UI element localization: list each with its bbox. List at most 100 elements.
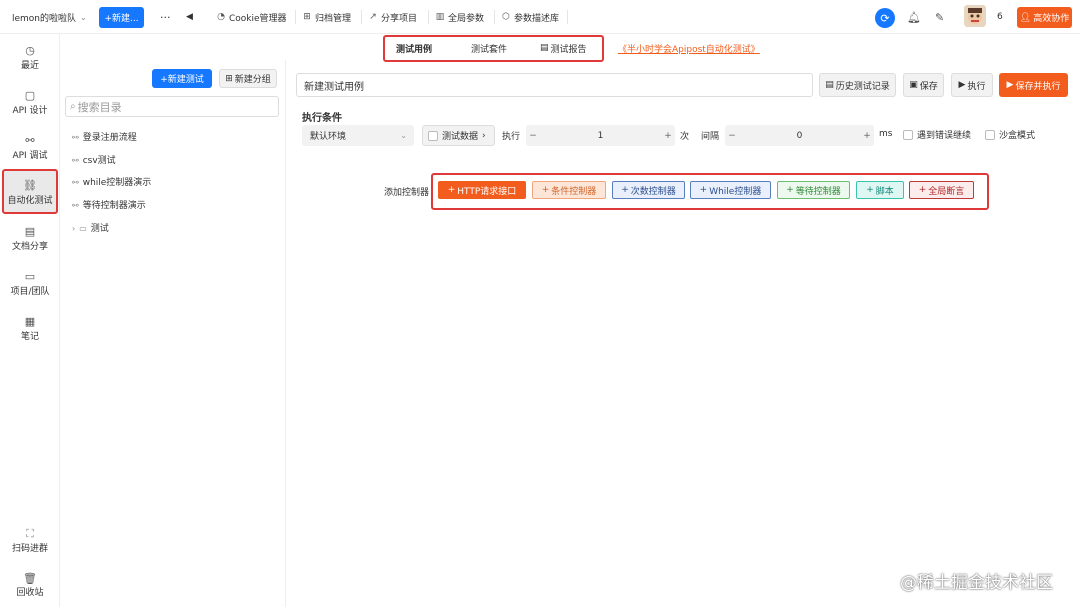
flow-icon: ⚯ [72,201,79,210]
execute-label: 执行 [967,81,986,92]
new-group-button[interactable]: ⊞ 新建分组 [219,69,277,88]
team-name: lemon的啦啦队 [12,13,77,24]
checkbox[interactable] [985,129,995,140]
add-script-button[interactable]: + 脚本 [856,181,904,199]
folder-icon: ▭ [79,224,87,233]
nav-label: 最近 [20,61,39,71]
folder-item[interactable]: › ▭ 测试 [72,221,109,234]
highlight-frame-tabs [383,35,604,62]
controller-label: 脚本 [875,186,894,197]
history-button[interactable]: ▤ 历史测试记录 [819,73,896,97]
save-icon: ▣ [909,80,918,90]
menu-global-params[interactable]: ▥ 全局参数 [435,0,484,34]
save-label: 保存 [919,81,938,92]
team-switcher[interactable]: lemon的啦啦队 ⌄ [12,0,87,34]
add-loop-controller-button[interactable]: + 次数控制器 [612,181,685,199]
nav-notes[interactable]: ▦ 笔记 [0,315,60,342]
menu-label: Cookie管理器 [229,13,287,24]
cookie-icon: ◔ [217,12,225,22]
list-item[interactable]: ⚯ 登录注册流程 [72,130,137,143]
bell-icon[interactable]: 🔔︎ [907,0,921,34]
archive-icon: ⊞ [303,12,311,22]
nav-recent[interactable]: ◷ 最近 [0,44,60,71]
menu-share-project[interactable]: ↗ 分享项目 [368,0,417,34]
chevron-right-icon: › [482,130,486,141]
add-global-assertion-button[interactable]: + 全局断言 [909,181,974,199]
plus-button[interactable]: + [661,131,675,141]
continue-on-error-toggle[interactable]: 遇到错误继续 [903,128,971,141]
minus-button[interactable]: − [526,131,540,141]
conditions-title: 执行条件 [302,113,342,124]
environment-value: 默认环境 [310,132,347,142]
controller-label: 全局断言 [928,186,965,197]
collab-label: 高效协作 [1033,14,1070,24]
test-data-checkbox[interactable] [428,130,438,141]
folder-plus-icon: ⊞ [225,73,233,84]
minus-button[interactable]: − [725,131,739,141]
times-stepper[interactable]: −1 + [526,125,675,146]
interval-label: 间隔 [701,132,720,142]
more-menu-button[interactable]: ··· [160,0,171,34]
interval-stepper[interactable]: −0 + [725,125,874,146]
checkbox[interactable] [903,129,913,140]
list-item[interactable]: ⚯ 等待控制器演示 [72,198,146,211]
controller-label: While控制器 [709,186,762,197]
interval-value[interactable]: 0 [739,131,860,141]
plus-button[interactable]: + [860,131,874,141]
add-http-request-button[interactable]: + HTTP请求接口 [438,181,526,199]
sync-icon[interactable]: ⟳ [875,8,895,28]
watermark: @稀土掘金技术社区 [900,573,1053,593]
menu-label: 参数描述库 [514,13,560,24]
search-input[interactable]: ⌕ 搜索目录 [65,96,279,117]
nav-doc-share[interactable]: ▤ 文档分享 [0,225,60,252]
chevron-right-icon: › [72,224,76,233]
new-test-button[interactable]: +新建测试 [152,69,212,88]
add-condition-controller-button[interactable]: + 条件控制器 [532,181,606,199]
plus-icon: + [699,185,708,195]
list-item[interactable]: ⚯ while控制器演示 [72,175,151,188]
menu-label: 全局参数 [448,13,485,24]
list-item-label: 等待控制器演示 [82,201,146,211]
tutorial-link[interactable]: 《半小时学会Apipost自动化测试》 [618,42,760,55]
note-icon: ▦ [24,315,36,328]
nav-api-debug[interactable]: ⚯ API 调试 [0,134,60,161]
environment-select[interactable]: 默认环境 ⌄ [302,125,414,146]
menu-cookie-manager[interactable]: ◔ Cookie管理器 [216,0,287,34]
flow-icon: ⛓ [23,179,37,192]
nav-project-team[interactable]: ▭ 项目/团队 [0,270,60,297]
nav-label: API 设计 [12,106,48,116]
add-while-controller-button[interactable]: + While控制器 [690,181,771,199]
test-data-button[interactable]: 测试数据 › [422,125,495,146]
list-item[interactable]: ⚯ csv测试 [72,153,116,166]
collapse-arrow-icon[interactable]: ◀ [186,0,193,34]
times-value[interactable]: 1 [540,131,661,141]
play-icon: ▶ [1006,80,1014,90]
trash-icon: 🗑︎ [23,572,37,585]
menu-param-library[interactable]: ⬡ 参数描述库 [501,0,559,34]
add-wait-controller-button[interactable]: + 等待控制器 [777,181,850,199]
save-button[interactable]: ▣ 保存 [903,73,944,97]
times-unit: 次 [680,132,690,142]
sandbox-toggle[interactable]: 沙盒模式 [985,128,1035,141]
search-placeholder: 搜索目录 [77,100,122,114]
nav-qr-group[interactable]: ⛶ 扫码进群 [0,527,60,554]
design-icon: ▢ [24,89,36,102]
play-icon: ▶ [958,80,966,90]
test-name-input[interactable]: 新建测试用例 [296,73,813,97]
save-execute-button[interactable]: ▶ 保存并执行 [999,73,1068,97]
plus-icon: + [786,185,794,195]
menu-archive[interactable]: ⊞ 归档管理 [302,0,351,34]
notes-icon[interactable]: ✎ [935,0,944,34]
divider [567,10,568,24]
continue-on-error-label: 遇到错误继续 [917,131,972,141]
nav-recycle-bin[interactable]: 🗑︎ 回收站 [0,572,60,598]
collab-button[interactable]: 👤︎ 高效协作 [1017,7,1072,28]
qr-icon: ⛶ [26,527,34,540]
nav-api-design[interactable]: ▢ API 设计 [0,89,60,116]
flow-icon: ⚯ [72,156,79,165]
avatar[interactable] [964,5,986,27]
execute-count-label: 执行 [502,132,521,142]
nav-automation-test[interactable]: ⛓ 自动化测试 [2,169,58,214]
execute-button[interactable]: ▶ 执行 [951,73,993,97]
new-button[interactable]: +新建... [99,7,144,28]
